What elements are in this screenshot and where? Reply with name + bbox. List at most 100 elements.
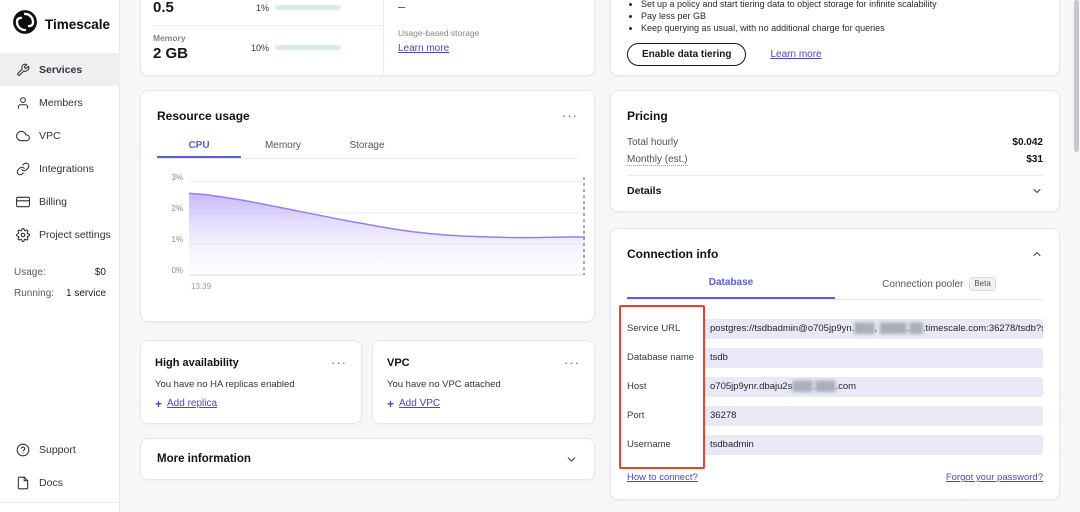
tiering-actions: Enable data tiering Learn more [627, 43, 1043, 66]
sidebar-item-label: Services [39, 64, 82, 76]
add-replica-action[interactable]: + Add replica [155, 398, 347, 409]
memory-usage-bar: 10% [249, 43, 341, 53]
tiering-learn-more-link[interactable]: Learn more [770, 49, 821, 60]
database-name-row: Database name tsdb [627, 343, 1043, 372]
plus-icon: + [387, 399, 394, 409]
port-value[interactable]: 36278 [703, 406, 1043, 426]
sidebar-item-label: Support [39, 444, 76, 456]
usage-row: Usage: $0 [0, 262, 120, 283]
tab-database[interactable]: Database [627, 271, 835, 299]
storage-learn-more-link[interactable]: Learn more [398, 43, 449, 54]
details-label: Details [627, 185, 661, 197]
gear-icon [16, 228, 30, 242]
running-row: Running: 1 service [0, 283, 120, 304]
storage-value: – [398, 0, 582, 14]
sidebar-item-support[interactable]: Support [0, 433, 120, 466]
cpu-usage-percent: 1% [249, 3, 269, 13]
enable-data-tiering-button[interactable]: Enable data tiering [627, 43, 746, 66]
more-information-title: More information [157, 453, 251, 465]
connection-tabs: Database Connection poolerBeta [627, 271, 1043, 300]
host-value[interactable]: o705jp9ynr.dbaju2s███.███.com [703, 377, 1043, 397]
sidebar-item-docs[interactable]: Docs [0, 466, 120, 499]
divider [627, 175, 1043, 176]
add-vpc-link[interactable]: Add VPC [399, 398, 440, 409]
chevron-down-icon [1031, 185, 1043, 197]
service-url-label: Service URL [627, 323, 703, 334]
chevron-up-icon[interactable] [1031, 248, 1043, 260]
host-row: Host o705jp9ynr.dbaju2s███.███.com [627, 372, 1043, 401]
sidebar-item-billing[interactable]: Billing [0, 185, 120, 218]
resource-usage-title: Resource usage [157, 109, 250, 123]
brand-name: Timescale [45, 17, 110, 32]
overflow-menu-icon[interactable]: ··· [564, 358, 580, 368]
cpu-usage-bar: 1% [249, 3, 341, 13]
sidebar-item-project-settings[interactable]: Project settings [0, 218, 120, 251]
user-icon [16, 96, 30, 110]
connection-info-title: Connection info [627, 247, 718, 261]
y-axis-tick: 2% [157, 204, 183, 213]
monthly-estimate-value: $31 [1026, 154, 1043, 165]
memory-value-block: Memory 2 GB [153, 33, 249, 62]
memory-usage-percent: 10% [249, 43, 269, 53]
memory-value: 2 GB [153, 45, 249, 62]
add-vpc-action[interactable]: + Add VPC [387, 398, 580, 409]
more-information-card[interactable]: More information [140, 438, 595, 480]
database-name-value[interactable]: tsdb [703, 348, 1043, 368]
running-value: 1 service [66, 288, 106, 299]
compute-metrics: 0.5 1% Memory 2 GB 10% [153, 0, 383, 75]
brand[interactable]: Timescale [12, 9, 110, 40]
forgot-password-link[interactable]: Forgot your password? [946, 472, 1043, 483]
link-icon [16, 162, 30, 176]
how-to-connect-link[interactable]: How to connect? [627, 472, 698, 483]
y-axis-tick: 3% [157, 173, 183, 182]
add-replica-link[interactable]: Add replica [167, 398, 217, 409]
sidebar-item-label: Billing [39, 196, 67, 208]
username-label: Username [627, 439, 703, 450]
sidebar-item-label: Docs [39, 477, 63, 489]
sidebar-item-vpc[interactable]: VPC [0, 119, 120, 152]
credit-card-icon [16, 195, 30, 209]
username-row: Username tsdbadmin [627, 430, 1043, 459]
ha-empty-text: You have no HA replicas enabled [155, 379, 347, 390]
port-row: Port 36278 [627, 401, 1043, 430]
service-url-value[interactable]: postgres://tsdbadmin@o705jp9yn.███, ████… [703, 319, 1043, 339]
tab-database-label: Database [709, 277, 753, 288]
pricing-details-toggle[interactable]: Details [627, 185, 1043, 197]
overflow-menu-icon[interactable]: ··· [562, 111, 578, 121]
scrollbar[interactable] [1074, 0, 1079, 152]
high-availability-card: High availability ··· You have no HA rep… [140, 340, 362, 424]
y-axis-tick: 0% [157, 266, 183, 275]
sidebar-item-members[interactable]: Members [0, 86, 120, 119]
tab-cpu[interactable]: CPU [157, 134, 241, 158]
resource-usage-tabs: CPU Memory Storage [157, 134, 578, 159]
total-hourly-label: Total hourly [627, 137, 678, 148]
high-availability-title: High availability [155, 357, 239, 369]
sidebar: Timescale Services Members VPC Integrati… [0, 0, 120, 512]
tiering-bullet: Keep querying as usual, with no addition… [641, 23, 1043, 34]
progress-track [275, 45, 341, 50]
tab-connection-pooler[interactable]: Connection poolerBeta [835, 271, 1043, 299]
sidebar-item-services[interactable]: Services [0, 53, 120, 86]
main-content: 0.5 1% Memory 2 GB 10% – Usage-bas [120, 0, 1080, 512]
memory-metric-row: Memory 2 GB 10% [153, 33, 383, 62]
running-label: Running: [14, 288, 54, 299]
progress-track [275, 5, 341, 10]
tab-memory[interactable]: Memory [241, 134, 325, 158]
overflow-menu-icon[interactable]: ··· [331, 358, 347, 368]
pricing-title: Pricing [627, 109, 668, 123]
beta-badge: Beta [969, 277, 995, 291]
vpc-empty-text: You have no VPC attached [387, 379, 580, 390]
database-name-label: Database name [627, 352, 703, 363]
username-value[interactable]: tsdbadmin [703, 435, 1043, 455]
resource-usage-card: Resource usage ··· CPU Memory Storage 3%… [140, 90, 595, 322]
sidebar-item-label: Project settings [39, 229, 111, 241]
storage-summary: – Usage-based storage Learn more [383, 0, 582, 75]
sidebar-item-integrations[interactable]: Integrations [0, 152, 120, 185]
tab-storage[interactable]: Storage [325, 134, 409, 158]
tiering-benefits-list: Set up a policy and start tiering data t… [627, 0, 1043, 34]
tiering-bullet: Set up a policy and start tiering data t… [641, 0, 1043, 10]
tiering-bullet: Pay less per GB [641, 11, 1043, 22]
sidebar-item-label: Integrations [39, 163, 94, 175]
vpc-card: VPC ··· You have no VPC attached + Add V… [372, 340, 595, 424]
vpc-title: VPC [387, 357, 410, 369]
